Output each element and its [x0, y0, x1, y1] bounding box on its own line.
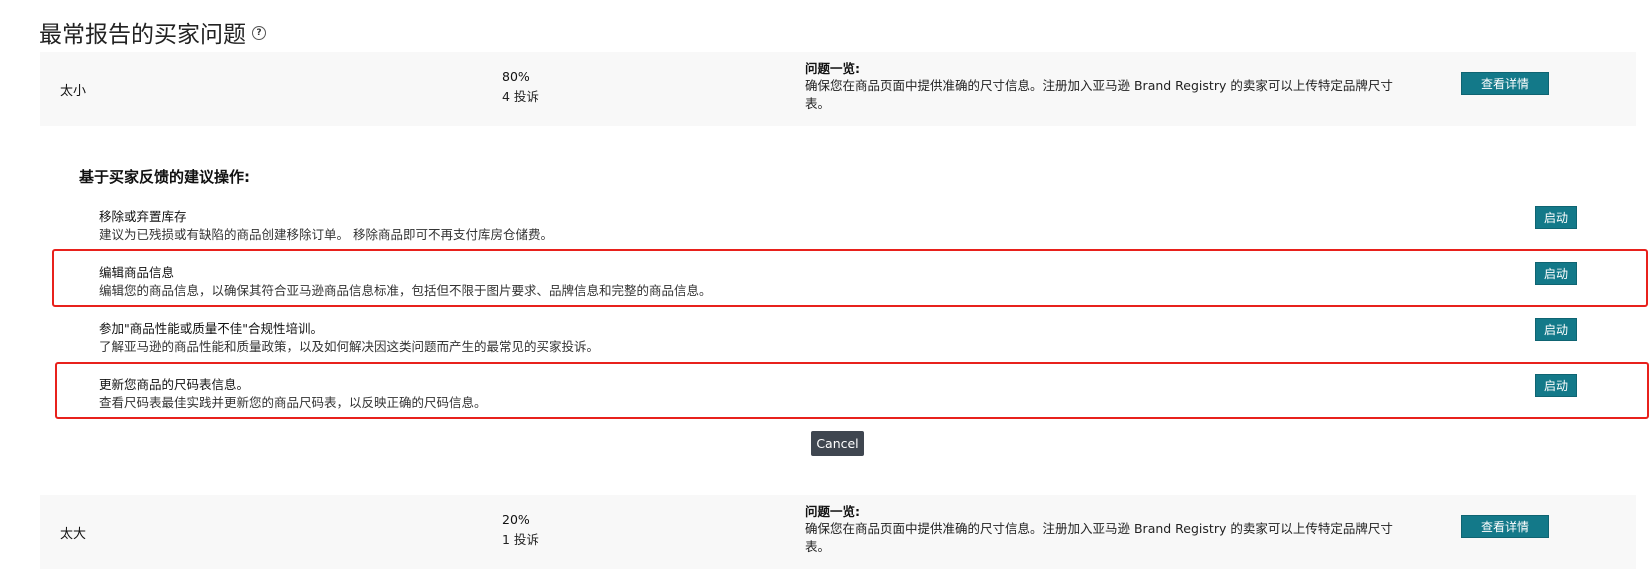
- recommendation-description: 建议为已残损或有缺陷的商品创建移除订单。 移除商品即可不再支付库房仓储费。: [99, 227, 553, 242]
- issue-percent: 80%: [502, 69, 530, 84]
- issue-overview-title: 问题一览:: [805, 504, 860, 519]
- highlight-box-update-size-chart: [55, 362, 1649, 419]
- recommendation-title: 参加"商品性能或质量不佳"合规性培训。: [99, 321, 323, 336]
- page-title: 最常报告的买家问题 ?: [39, 16, 266, 48]
- issue-name: 太大: [60, 527, 87, 542]
- issue-overview-text: 确保您在商品页面中提供准确的尺寸信息。注册加入亚马逊 Brand Registr…: [805, 521, 1393, 554]
- view-details-button[interactable]: 查看详情: [1461, 515, 1549, 538]
- cancel-button[interactable]: Cancel: [811, 431, 864, 456]
- recommendation-title: 移除或弃置库存: [99, 209, 187, 224]
- issue-overview-title: 问题一览:: [805, 61, 860, 76]
- start-button-remove-inventory[interactable]: 启动: [1535, 206, 1577, 229]
- recommendation-description: 了解亚马逊的商品性能和质量政策，以及如何解决因这类问题而产生的最常见的买家投诉。: [99, 339, 600, 354]
- recommendations-heading: 基于买家反馈的建议操作:: [79, 168, 250, 186]
- issue-complaint-count: 1 投诉: [502, 532, 539, 547]
- issue-row: 太大 20% 1 投诉 问题一览: 确保您在商品页面中提供准确的尺寸信息。注册加…: [40, 495, 1636, 569]
- issue-name: 太小: [60, 84, 87, 99]
- issue-overview-text: 确保您在商品页面中提供准确的尺寸信息。注册加入亚马逊 Brand Registr…: [805, 78, 1393, 111]
- issue-percent: 20%: [502, 512, 530, 527]
- issue-row: 太小 80% 4 投诉 问题一览: 确保您在商品页面中提供准确的尺寸信息。注册加…: [40, 52, 1636, 126]
- help-icon[interactable]: ?: [252, 26, 266, 40]
- recommendation-item-compliance-training: 参加"商品性能或质量不佳"合规性培训。 了解亚马逊的商品性能和质量政策，以及如何…: [99, 318, 1589, 358]
- start-button-compliance-training[interactable]: 启动: [1535, 318, 1577, 341]
- highlight-box-edit-listing: [52, 249, 1648, 307]
- issue-complaint-count: 4 投诉: [502, 89, 539, 104]
- view-details-button[interactable]: 查看详情: [1461, 72, 1549, 95]
- recommendation-item-remove-inventory: 移除或弃置库存 建议为已残损或有缺陷的商品创建移除订单。 移除商品即可不再支付库…: [99, 206, 1589, 246]
- page-title-text: 最常报告的买家问题: [39, 22, 246, 48]
